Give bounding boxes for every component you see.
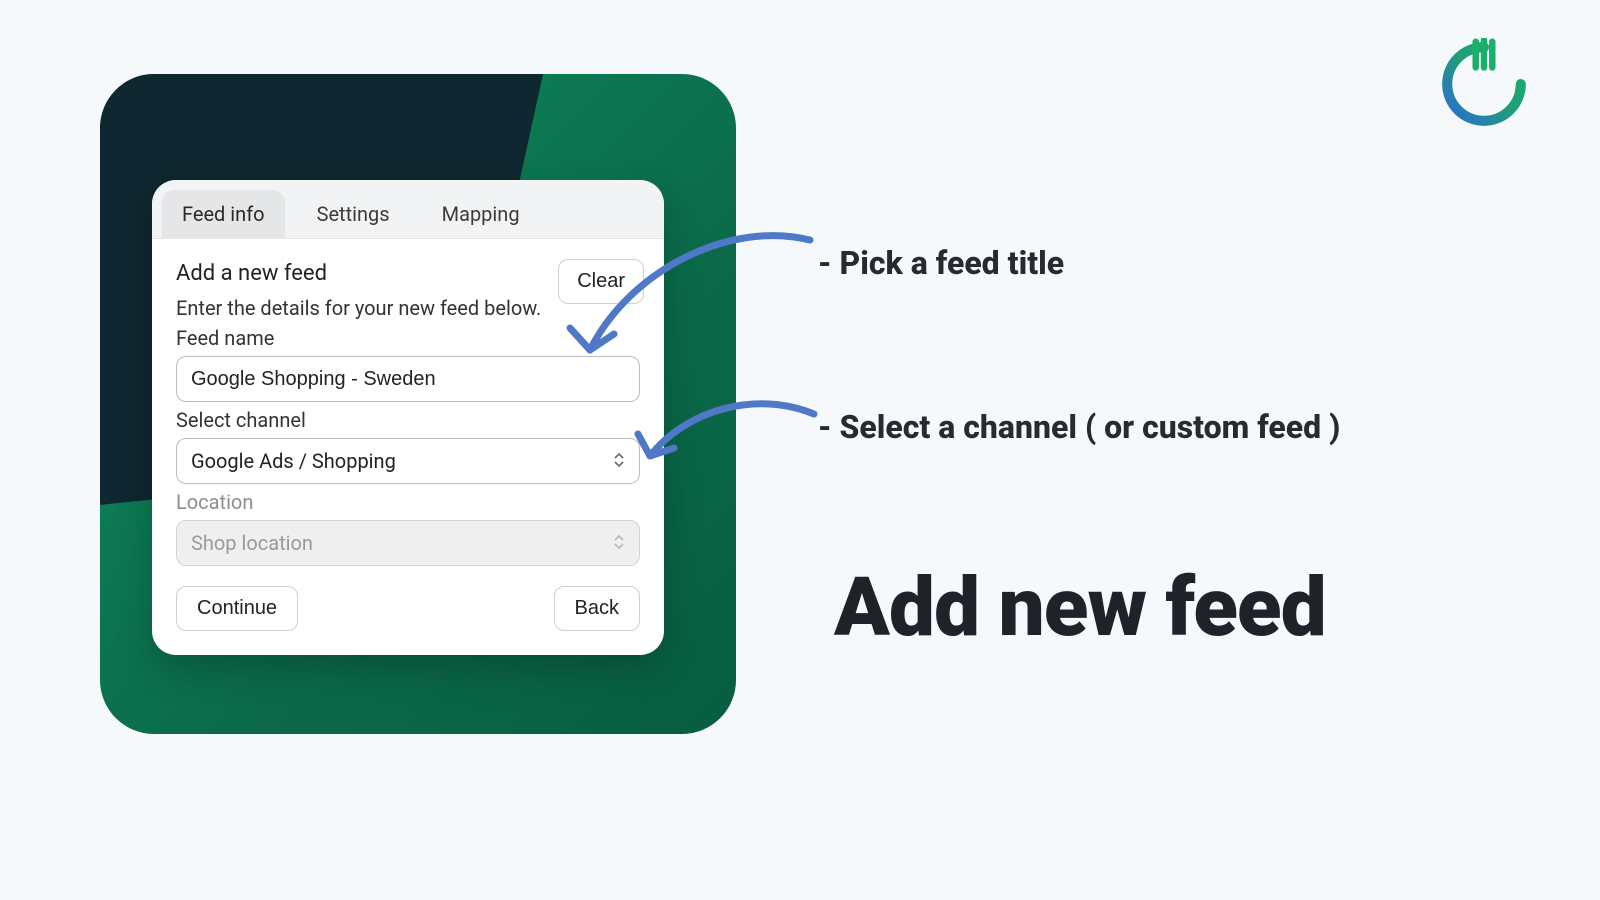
tab-settings[interactable]: Settings — [297, 190, 410, 238]
brand-logo — [1438, 38, 1530, 130]
updown-icon — [613, 533, 625, 554]
location-label: Location — [176, 490, 640, 514]
add-feed-card: Feed info Settings Mapping Clear Add a n… — [152, 180, 664, 655]
big-heading: Add new feed — [834, 560, 1326, 656]
feed-name-input[interactable] — [176, 356, 640, 402]
annotation-channel: - Select a channel ( or custom feed ) — [818, 408, 1340, 446]
back-button[interactable]: Back — [554, 586, 640, 631]
updown-icon — [613, 451, 625, 472]
tab-feed-info[interactable]: Feed info — [162, 190, 285, 238]
continue-button[interactable]: Continue — [176, 586, 298, 631]
location-select[interactable]: Shop location — [176, 520, 640, 566]
channel-select[interactable]: Google Ads / Shopping — [176, 438, 640, 484]
channel-select-value: Google Ads / Shopping — [191, 449, 613, 473]
location-select-placeholder: Shop location — [191, 531, 613, 555]
feed-name-label: Feed name — [176, 326, 640, 350]
clear-button[interactable]: Clear — [558, 259, 644, 304]
tab-bar: Feed info Settings Mapping — [152, 180, 664, 239]
annotation-feed-title: - Pick a feed title — [818, 244, 1064, 282]
tab-mapping[interactable]: Mapping — [422, 190, 540, 238]
channel-label: Select channel — [176, 408, 640, 432]
